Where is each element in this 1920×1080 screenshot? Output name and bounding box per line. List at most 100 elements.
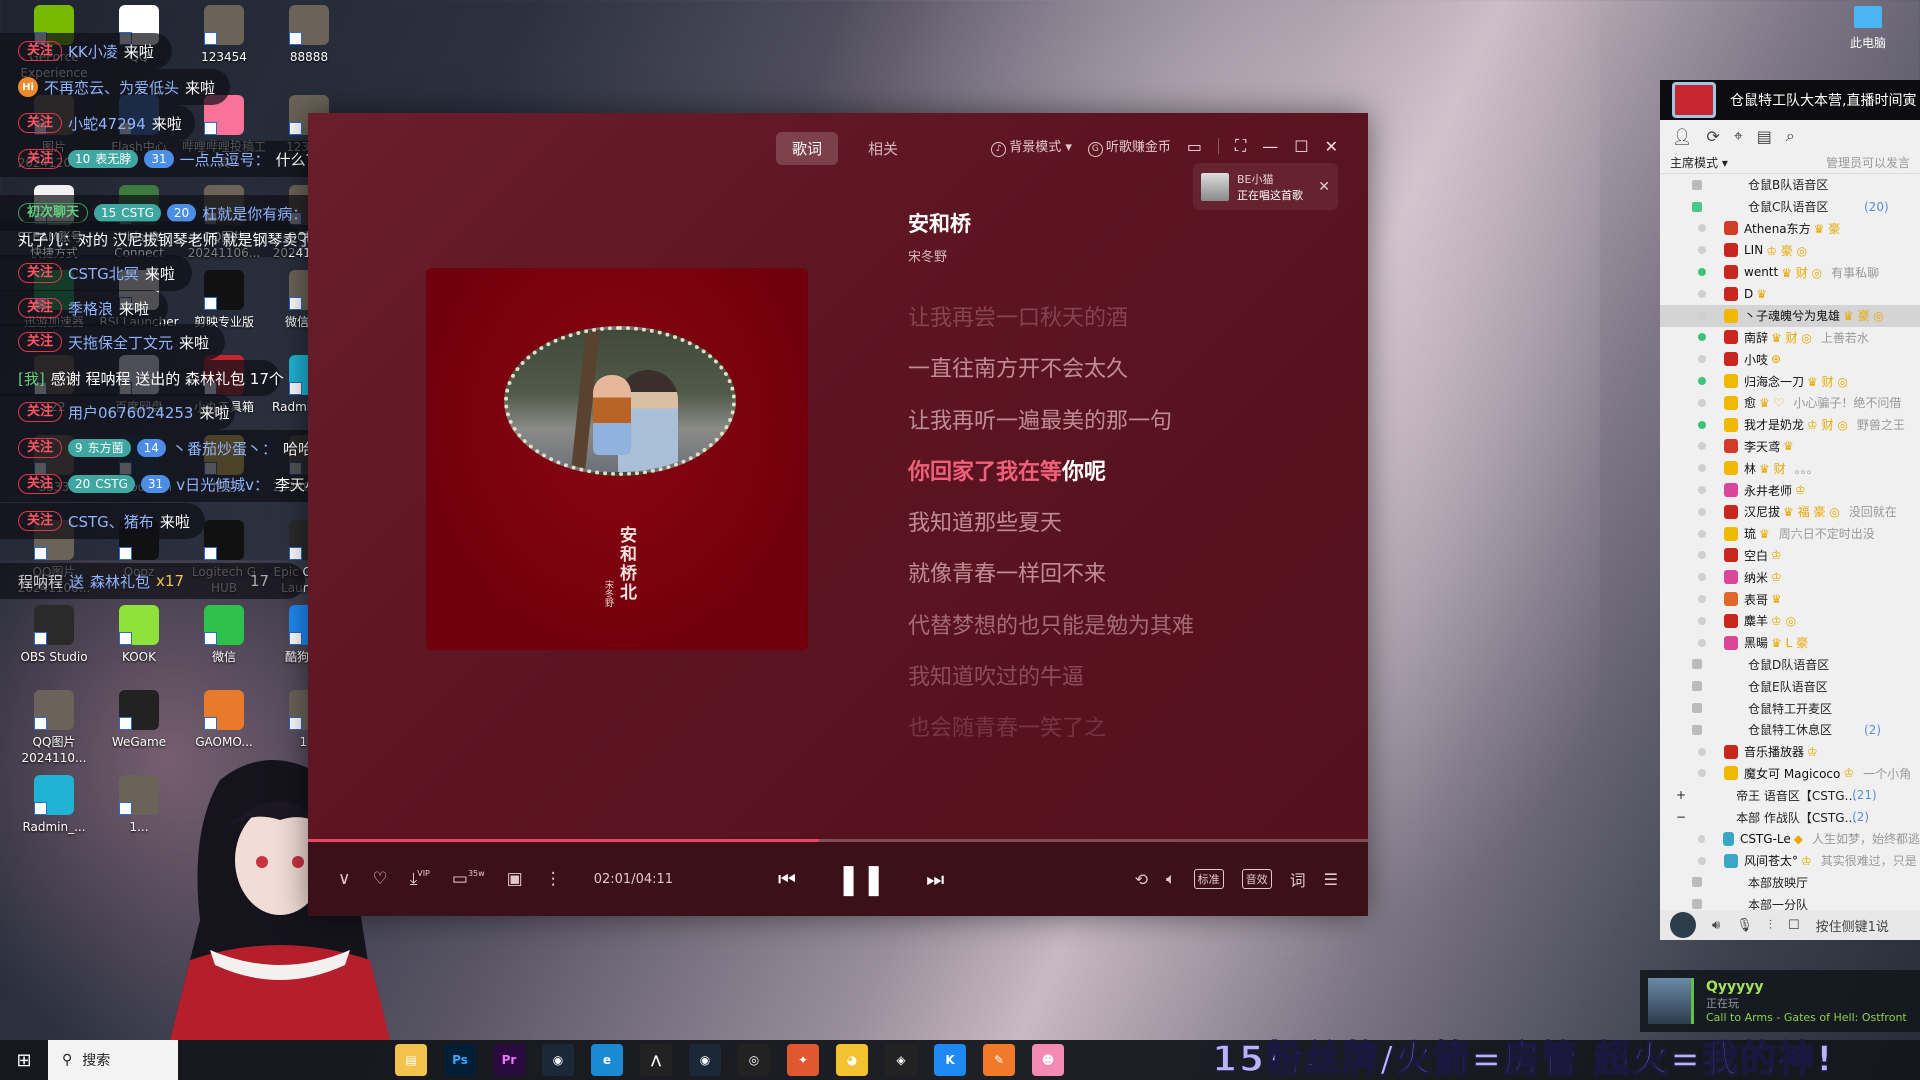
- channel-room[interactable]: 仓鼠E队语音区: [1660, 675, 1920, 697]
- pause-icon[interactable]: ❚❚: [836, 862, 886, 897]
- steam-friend-popup[interactable]: Qyyyyy 正在玩 Call to Arms - Gates of Hell:…: [1640, 970, 1920, 1032]
- background-mode-button[interactable]: ♪ 背景模式 ▾: [991, 136, 1072, 157]
- channel-member[interactable]: 魔女可 Magicoco ♔ 一个小角: [1660, 763, 1920, 785]
- channel-member[interactable]: 纳米 ♔: [1660, 566, 1920, 588]
- channel-room[interactable]: 仓鼠特工开麦区: [1660, 697, 1920, 719]
- singing-notification[interactable]: BE小猫 正在唱这首歌 ✕: [1193, 163, 1338, 210]
- channel-member[interactable]: 黑暘 ♛ L 豪: [1660, 632, 1920, 654]
- steam-active-icon[interactable]: ◉: [689, 1044, 721, 1076]
- channel-room[interactable]: 仓鼠C队语音区 (20): [1660, 196, 1920, 218]
- channel-member[interactable]: 李天鸢 ♛: [1660, 436, 1920, 458]
- location-icon[interactable]: ⌖: [1734, 126, 1743, 146]
- volume-icon[interactable]: 🔈︎: [1166, 869, 1176, 889]
- lyric-line[interactable]: 让我再听一遍最美的那一句: [908, 396, 1194, 447]
- more-options-icon[interactable]: ⋮: [545, 869, 562, 889]
- desktop-icon[interactable]: 剪映专业版: [182, 270, 266, 330]
- mode-dropdown[interactable]: 主席模式 ▾: [1670, 154, 1728, 171]
- desktop-icon-this-pc[interactable]: 此电脑: [1838, 6, 1898, 51]
- desktop-icon[interactable]: 123454: [182, 5, 266, 65]
- song-artist[interactable]: 宋冬野: [908, 246, 971, 265]
- app-helmet-icon[interactable]: ◈: [885, 1044, 917, 1076]
- app-wolf-icon[interactable]: ⋀: [640, 1044, 672, 1076]
- lyric-line[interactable]: 就像青春一样回不来: [908, 549, 1194, 600]
- channel-member[interactable]: 麋羊 ♔ ◎: [1660, 610, 1920, 632]
- mv-tv-icon[interactable]: ▣: [507, 869, 523, 889]
- app-raccoon-icon[interactable]: ◕: [836, 1044, 868, 1076]
- edge-icon[interactable]: e: [591, 1044, 623, 1076]
- lyrics-toggle-button[interactable]: 词: [1290, 867, 1306, 891]
- channel-member[interactable]: 愈 ♛ ♡ 小心骗子！绝不问借: [1660, 392, 1920, 414]
- obs-icon[interactable]: ◎: [738, 1044, 770, 1076]
- sound-effect-button[interactable]: 音效: [1241, 869, 1272, 889]
- desktop-icon[interactable]: QQ图片 2024110...: [12, 690, 96, 766]
- desktop-icon[interactable]: WeGame: [97, 690, 181, 750]
- desktop-icon[interactable]: 微信: [182, 605, 266, 665]
- channel-room[interactable]: 仓鼠B队语音区: [1660, 174, 1920, 196]
- refresh-icon[interactable]: ⟳: [1706, 127, 1719, 146]
- desktop-icon[interactable]: 88888: [267, 5, 351, 65]
- like-heart-icon[interactable]: ♡: [372, 869, 387, 889]
- channel-member[interactable]: 丶子魂魄兮为鬼雄 ♛ 豪 ◎: [1660, 304, 1920, 327]
- taskbar-search[interactable]: ⚲ 搜索: [48, 1040, 178, 1080]
- desktop-lyrics-icon[interactable]: ▭: [1187, 137, 1202, 156]
- channel-room[interactable]: 本部放映厅: [1660, 872, 1920, 894]
- lyric-line[interactable]: 让我再尝一口秋天的酒: [908, 293, 1194, 344]
- collapse-icon[interactable]: ∨: [338, 869, 350, 889]
- windows-start-icon[interactable]: ⊞: [0, 1040, 48, 1080]
- audio-settings-icon[interactable]: ⫶: [1769, 918, 1772, 933]
- premiere-icon[interactable]: Pr: [493, 1044, 525, 1076]
- maximize-icon[interactable]: ☐: [1294, 137, 1308, 156]
- desktop-icon[interactable]: Radmin_...: [12, 775, 96, 835]
- notes-icon[interactable]: ▤: [1757, 127, 1772, 146]
- search-icon[interactable]: ⌕: [1786, 126, 1795, 146]
- channel-member[interactable]: D ♛: [1660, 283, 1920, 305]
- lyric-line[interactable]: 也会随青春一笑了之: [908, 703, 1194, 754]
- collapse-icon[interactable]: −: [1676, 810, 1686, 824]
- lyric-line[interactable]: 我知道那些夏天: [908, 498, 1194, 549]
- lyric-line[interactable]: 一直往南方开不会太久: [908, 344, 1194, 395]
- channel-member[interactable]: LIN ♔ 豪 ◎: [1660, 239, 1920, 261]
- channel-member[interactable]: 风间苍太° ♔ 其实很难过，只是: [1660, 850, 1920, 872]
- channel-member[interactable]: 表哥 ♛: [1660, 588, 1920, 610]
- minimize-icon[interactable]: —: [1262, 137, 1278, 156]
- channel-member[interactable]: 汉尼拔 ♛ 福 豪 ◎ 没回就在: [1660, 501, 1920, 523]
- channel-room[interactable]: 仓鼠特工休息区 (2): [1660, 719, 1920, 741]
- channel-member[interactable]: 小吱 ⊕: [1660, 348, 1920, 370]
- lyric-line[interactable]: 代替梦想的也只能是勉为其难: [908, 601, 1194, 652]
- microphone-icon[interactable]: 🎙︎: [1736, 918, 1753, 933]
- channel-member[interactable]: 我才是奶龙 ♔ 财 ◎ 野兽之王: [1660, 414, 1920, 436]
- channel-member[interactable]: CSTG-Le ◆ 人生如梦，始终都逃: [1660, 828, 1920, 850]
- channel-member[interactable]: 琉 ♛ 周六日不定时出没: [1660, 523, 1920, 545]
- user-icon[interactable]: 👤︎: [1672, 127, 1692, 146]
- channel-member[interactable]: 音乐播放器 ♔: [1660, 741, 1920, 763]
- kugou-icon[interactable]: K: [934, 1044, 966, 1076]
- download-vip-icon[interactable]: ⤓VIP: [410, 869, 430, 889]
- steam-icon[interactable]: ◉: [542, 1044, 574, 1076]
- channel-group[interactable]: + 帝王 语音区【CSTG… (21): [1660, 784, 1920, 806]
- close-notification-icon[interactable]: ✕: [1318, 179, 1330, 195]
- app-pink-icon[interactable]: ☻: [1032, 1044, 1064, 1076]
- repeat-mode-icon[interactable]: ⟲: [1135, 870, 1148, 889]
- channel-member[interactable]: 林 ♛ 财。。。: [1660, 457, 1920, 479]
- channel-member[interactable]: 永井老师 ♔: [1660, 479, 1920, 501]
- current-lyric-line[interactable]: 你回家了我在等你呢: [908, 447, 1194, 498]
- channel-group[interactable]: − 本部 作战队【CSTG… (2): [1660, 806, 1920, 828]
- desktop-icon[interactable]: OBS Studio: [12, 605, 96, 665]
- close-icon[interactable]: ✕: [1325, 137, 1338, 156]
- channel-member[interactable]: wentt ♛ 财 ◎ 有事私聊: [1660, 261, 1920, 283]
- my-avatar[interactable]: [1670, 912, 1696, 938]
- quality-button[interactable]: 标准: [1193, 869, 1224, 889]
- photoshop-icon[interactable]: Ps: [444, 1044, 476, 1076]
- next-track-icon[interactable]: ⏭: [926, 867, 944, 891]
- app-orange-icon[interactable]: ✎: [983, 1044, 1015, 1076]
- desktop-icon[interactable]: GAOMO...: [182, 690, 266, 750]
- channel-member[interactable]: 空白 ♔: [1660, 545, 1920, 567]
- lyric-line[interactable]: 我知道吹过的牛逼: [908, 652, 1194, 703]
- channel-room[interactable]: 仓鼠D队语音区: [1660, 654, 1920, 676]
- app-bird-icon[interactable]: ✦: [787, 1044, 819, 1076]
- channel-member[interactable]: 归海念一刀 ♛ 财 ◎: [1660, 370, 1920, 392]
- channel-member[interactable]: Athena东方 ♛ 豪: [1660, 218, 1920, 240]
- desktop-icon[interactable]: KOOK: [97, 605, 181, 665]
- earn-coins-button[interactable]: G 听歌赚金币: [1087, 136, 1171, 157]
- playlist-icon[interactable]: ☰: [1324, 870, 1338, 889]
